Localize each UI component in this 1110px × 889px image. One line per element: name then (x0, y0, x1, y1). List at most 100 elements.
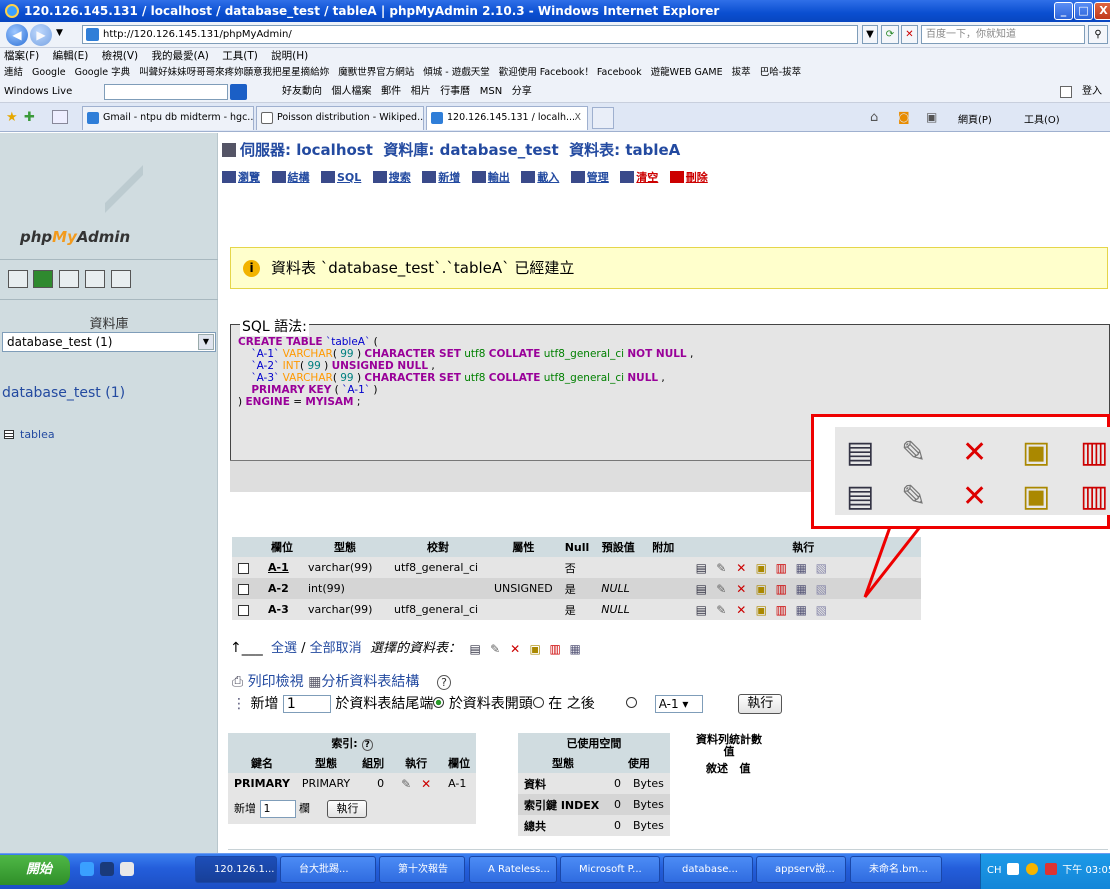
task-pdf[interactable]: A Rateless... (469, 856, 557, 883)
tab-drop[interactable]: 刪除 (669, 169, 708, 185)
wl-share[interactable]: 分享 (512, 86, 532, 97)
add-at-end-radio[interactable] (433, 697, 445, 708)
address-bar-input[interactable]: http://120.126.145.131/phpMyAdmin/ (82, 25, 858, 44)
primary-key-icon[interactable]: ▣ (755, 604, 767, 616)
link-song[interactable]: 叫聲好妹妹呀哥哥來疼妳願意我把星星摘給妳 (139, 67, 329, 78)
browse-distinct-icon[interactable]: ▤ (695, 583, 707, 595)
link-baha[interactable]: 巴哈-拔萃 (760, 67, 801, 78)
edit-icon[interactable]: ✎ (715, 604, 727, 616)
tab-gmail[interactable]: Gmail - ntpu db midterm - hgc... (82, 106, 254, 130)
windows-live-search-input[interactable] (104, 84, 228, 100)
table-link-tablea[interactable]: tablea (4, 428, 55, 441)
new-tab-button[interactable] (592, 107, 614, 129)
unselect-all-link[interactable]: 全部取消 (310, 641, 362, 656)
logout-icon[interactable] (33, 270, 53, 288)
browse-distinct-icon[interactable]: ▤ (695, 604, 707, 616)
link-web-game[interactable]: 遊龍WEB GAME (651, 67, 723, 78)
maximize-button[interactable]: □ (1074, 2, 1093, 20)
print-view-link[interactable]: 列印檢視 (248, 674, 304, 690)
delete-selected-icon[interactable]: ✕ (509, 643, 521, 655)
tab-search[interactable]: 搜索 (372, 169, 411, 185)
edit-index-icon[interactable]: ✎ (400, 778, 412, 790)
documentation-icon[interactable] (85, 270, 105, 288)
page-menu[interactable]: 網頁(P) (958, 111, 992, 126)
fulltext-icon[interactable]: ▧ (815, 583, 827, 595)
add-after-radio[interactable] (625, 697, 637, 708)
query-window-icon[interactable] (59, 270, 79, 288)
task-database-folder[interactable]: database... (663, 856, 753, 883)
quicklaunch-desktop-icon[interactable] (100, 862, 114, 876)
fulltext-icon[interactable]: ▧ (815, 604, 827, 616)
menu-view[interactable]: 檢視(V) (102, 50, 138, 62)
breadcrumb-database[interactable]: 資料庫: database_test (383, 141, 558, 159)
browse-distinct-icon[interactable]: ▤ (695, 562, 707, 574)
edit-icon[interactable]: ✎ (715, 583, 727, 595)
delete-icon[interactable]: ✕ (735, 562, 747, 574)
task-powerpoint[interactable]: Microsoft P... (560, 856, 660, 883)
forward-icon[interactable]: ▶ (30, 24, 52, 46)
row-checkbox[interactable] (238, 562, 249, 574)
row-checkbox[interactable] (238, 583, 249, 595)
tab-operations[interactable]: 管理 (570, 169, 609, 185)
search-icon[interactable]: ⚲ (1088, 25, 1108, 44)
tools-menu[interactable]: 工具(O) (1024, 111, 1060, 126)
task-ptt[interactable]: 台大批踢... (280, 856, 376, 883)
language-indicator[interactable]: CH (987, 865, 1002, 876)
index-icon[interactable]: ▦ (795, 583, 807, 595)
tab-import[interactable]: 載入 (521, 169, 559, 185)
add-count-input[interactable]: 1 (282, 695, 331, 713)
tab-empty[interactable]: 清空 (620, 169, 658, 185)
propose-structure-link[interactable]: 分析資料表結構 (321, 674, 419, 690)
print-icon[interactable]: ▣ (926, 110, 937, 124)
add-field-go-button[interactable]: 執行 (738, 694, 783, 714)
idx-add-go-button[interactable]: 執行 (327, 800, 368, 818)
wl-msn[interactable]: MSN (480, 86, 502, 97)
home-icon[interactable]: ⌂ (870, 110, 878, 125)
select-all-link[interactable]: 全選 (271, 641, 297, 656)
index-icon[interactable]: ▦ (795, 604, 807, 616)
tab-phpmyadmin[interactable]: 120.126.145.131 / localh... X (426, 106, 588, 130)
tab-sql[interactable]: SQL (321, 171, 361, 184)
add-after-select[interactable]: A-1 ▾ (654, 695, 703, 713)
breadcrumb-server[interactable]: 伺服器: localhost (240, 141, 373, 159)
wl-calendar[interactable]: 行事曆 (440, 86, 470, 97)
menu-help[interactable]: 說明(H) (271, 50, 308, 62)
task-ie[interactable]: 120.126.1... (195, 856, 277, 883)
unique-icon[interactable]: ▥ (775, 583, 787, 595)
quick-tabs-icon[interactable] (52, 110, 68, 124)
database-name-link[interactable]: database_test (1) (2, 385, 125, 401)
primary-key-icon[interactable]: ▣ (755, 583, 767, 595)
idx-add-input[interactable]: 1 (259, 800, 296, 818)
link-game-heaven[interactable]: 傾城 - 遊戲天堂 (423, 67, 489, 78)
link-google[interactable]: Google (32, 67, 66, 78)
menu-tools[interactable]: 工具(T) (222, 50, 258, 62)
delete-icon[interactable]: ✕ (735, 604, 747, 616)
delete-icon[interactable]: ✕ (735, 583, 747, 595)
wl-photos[interactable]: 相片 (411, 86, 431, 97)
tab-structure[interactable]: 結構 (271, 169, 310, 185)
minimize-button[interactable]: _ (1054, 2, 1073, 20)
back-icon[interactable]: ◀ (6, 24, 28, 46)
unique-icon[interactable]: ▥ (775, 604, 787, 616)
edit-selected-icon[interactable]: ✎ (489, 643, 501, 655)
breadcrumb-table[interactable]: 資料表: tableA (569, 141, 680, 159)
signin-link[interactable]: 登入 (1082, 81, 1102, 103)
row-checkbox[interactable] (238, 604, 249, 616)
primary-selected-icon[interactable]: ▣ (529, 643, 541, 655)
database-select[interactable]: database_test (1) ▼ (2, 332, 216, 352)
index-icon[interactable]: ▦ (795, 562, 807, 574)
link-wow[interactable]: 魔獸世界官方網站 (338, 67, 414, 78)
refresh-icon[interactable]: ⟳ (881, 25, 899, 44)
tab-insert[interactable]: 新增 (422, 169, 460, 185)
wl-friends[interactable]: 好友動向 (282, 86, 322, 97)
start-button[interactable]: 開始 (0, 855, 70, 885)
add-favorites-icon[interactable]: ✚ (24, 110, 35, 125)
delete-index-icon[interactable]: ✕ (420, 778, 432, 790)
unique-icon[interactable]: ▥ (775, 562, 787, 574)
quicklaunch-ie-icon[interactable] (80, 862, 94, 876)
wl-profile[interactable]: 個人檔案 (332, 86, 372, 97)
home-icon[interactable] (8, 270, 28, 288)
task-paint[interactable]: 未命名.bm... (850, 856, 942, 883)
add-at-start-radio[interactable] (532, 697, 544, 708)
favorites-star-icon[interactable]: ★ (6, 110, 18, 125)
